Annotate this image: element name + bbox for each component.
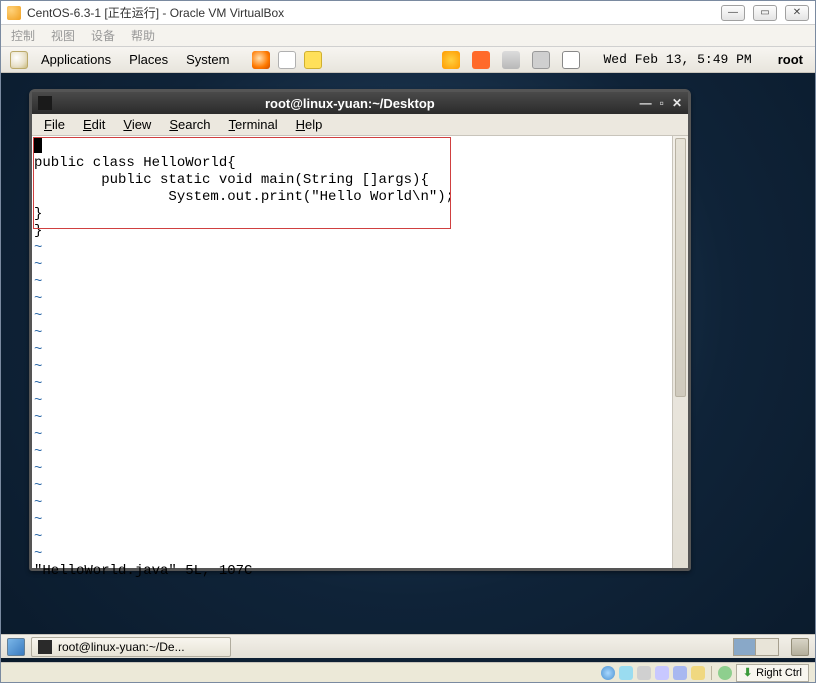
terminal-menu-search[interactable]: Search [161,116,218,133]
terminal-body[interactable]: public class HelloWorld{ public static v… [32,136,688,568]
vim-cursor [34,138,42,153]
vim-tilde: ~ [34,461,42,477]
taskbar-entry-label: root@linux-yuan:~/De... [58,640,185,654]
gnome-bottom-panel: root@linux-yuan:~/De... [1,634,815,658]
terminal-max-button[interactable]: ▫ [660,96,664,110]
menu-applications[interactable]: Applications [33,50,119,69]
scrollbar-thumb[interactable] [675,138,686,397]
menu-places[interactable]: Places [121,50,176,69]
trash-icon[interactable] [791,638,809,656]
terminal-menu-help[interactable]: Help [288,116,331,133]
workspace-switcher[interactable] [733,638,779,656]
vbox-min-button[interactable]: — [721,5,745,21]
terminal-close-button[interactable]: ✕ [672,96,682,110]
code-line-4: } [34,206,42,222]
terminal-menu-file[interactable]: File [36,116,73,133]
vim-tilde: ~ [34,257,42,273]
vbox-hostkey-label: Right Ctrl [756,665,802,681]
arrow-down-icon: ⬇ [743,665,752,681]
vim-tilde: ~ [34,410,42,426]
terminal-menu-edit[interactable]: Edit [75,116,113,133]
battery-icon[interactable] [562,51,580,69]
vbox-statusbar: ⬇ Right Ctrl [1,662,815,682]
vbox-usb-icon[interactable] [637,666,651,680]
clock[interactable]: Wed Feb 13, 5:49 PM [603,52,751,67]
terminal-min-button[interactable]: — [640,96,652,110]
vim-tilde: ~ [34,274,42,290]
weather-icon[interactable] [442,51,460,69]
vbox-shared-folders-icon[interactable] [673,666,687,680]
taskbar-entry-terminal[interactable]: root@linux-yuan:~/De... [31,637,231,657]
terminal-menu-view[interactable]: View [115,116,159,133]
vim-tilde: ~ [34,376,42,392]
vim-tilde: ~ [34,240,42,256]
vim-tilde: ~ [34,529,42,545]
terminal-scrollbar[interactable] [672,136,688,568]
volume-icon[interactable] [502,51,520,69]
code-line-3: System.out.print("Hello World\n"); [34,189,454,205]
terminal-text[interactable]: public class HelloWorld{ public static v… [32,136,672,568]
mail-icon[interactable] [278,51,296,69]
vbox-menu-control[interactable]: 控制 [11,27,35,44]
gnome-top-panel: Applications Places System Wed Feb 13, 5… [1,47,815,73]
vim-tilde: ~ [34,325,42,341]
terminal-icon [38,96,52,110]
workspace-1[interactable] [734,639,756,655]
vbox-menu-devices[interactable]: 设备 [91,27,115,44]
vbox-hostkey-indicator[interactable]: ⬇ Right Ctrl [736,664,809,682]
guest-desktop: Applications Places System Wed Feb 13, 5… [1,47,815,682]
vim-tilde: ~ [34,308,42,324]
firefox-icon[interactable] [252,51,270,69]
vbox-title: CentOS-6.3-1 [正在运行] - Oracle VM VirtualB… [27,4,721,21]
vbox-max-button[interactable]: ▭ [753,5,777,21]
terminal-icon [38,640,52,654]
vbox-window: CentOS-6.3-1 [正在运行] - Oracle VM VirtualB… [0,0,816,683]
vbox-titlebar[interactable]: CentOS-6.3-1 [正在运行] - Oracle VM VirtualB… [1,1,815,25]
terminal-window[interactable]: root@linux-yuan:~/Desktop — ▫ ✕ File Edi… [29,89,691,571]
code-line-2: public static void main(String []args){ [34,172,429,188]
vbox-hd-icon[interactable] [619,666,633,680]
vim-tilde: ~ [34,512,42,528]
user-menu[interactable]: root [772,52,809,67]
vbox-icon [7,6,21,20]
vbox-close-button[interactable]: ✕ [785,5,809,21]
notes-icon[interactable] [304,51,322,69]
vim-tilde: ~ [34,359,42,375]
network-icon[interactable] [532,51,550,69]
gnome-foot-icon[interactable] [10,51,28,69]
vim-tilde: ~ [34,393,42,409]
vbox-cd-icon[interactable] [601,666,615,680]
vbox-menu: 控制 视图 设备 帮助 [1,25,815,47]
vim-tilde: ~ [34,291,42,307]
vbox-menu-help[interactable]: 帮助 [131,27,155,44]
vim-tilde: ~ [34,546,42,562]
terminal-titlebar[interactable]: root@linux-yuan:~/Desktop — ▫ ✕ [32,92,688,114]
vim-tilde: ~ [34,444,42,460]
terminal-menubar: File Edit View Search Terminal Help [32,114,688,136]
vbox-display-icon[interactable] [691,666,705,680]
vim-tilde: ~ [34,342,42,358]
code-line-5: } [34,223,42,239]
terminal-menu-terminal[interactable]: Terminal [221,116,286,133]
code-line-1: public class HelloWorld{ [34,155,236,171]
show-desktop-button[interactable] [7,638,25,656]
vbox-menu-view[interactable]: 视图 [51,27,75,44]
workspace-2[interactable] [756,639,778,655]
menu-system[interactable]: System [178,50,237,69]
vbox-network-icon[interactable] [655,666,669,680]
vim-tilde: ~ [34,495,42,511]
vim-status-line: "HelloWorld.java" 5L, 107C [34,563,252,579]
vbox-capture-icon[interactable] [718,666,732,680]
vim-tilde: ~ [34,427,42,443]
terminal-title: root@linux-yuan:~/Desktop [60,96,640,111]
vim-tilde: ~ [34,478,42,494]
update-icon[interactable] [472,51,490,69]
